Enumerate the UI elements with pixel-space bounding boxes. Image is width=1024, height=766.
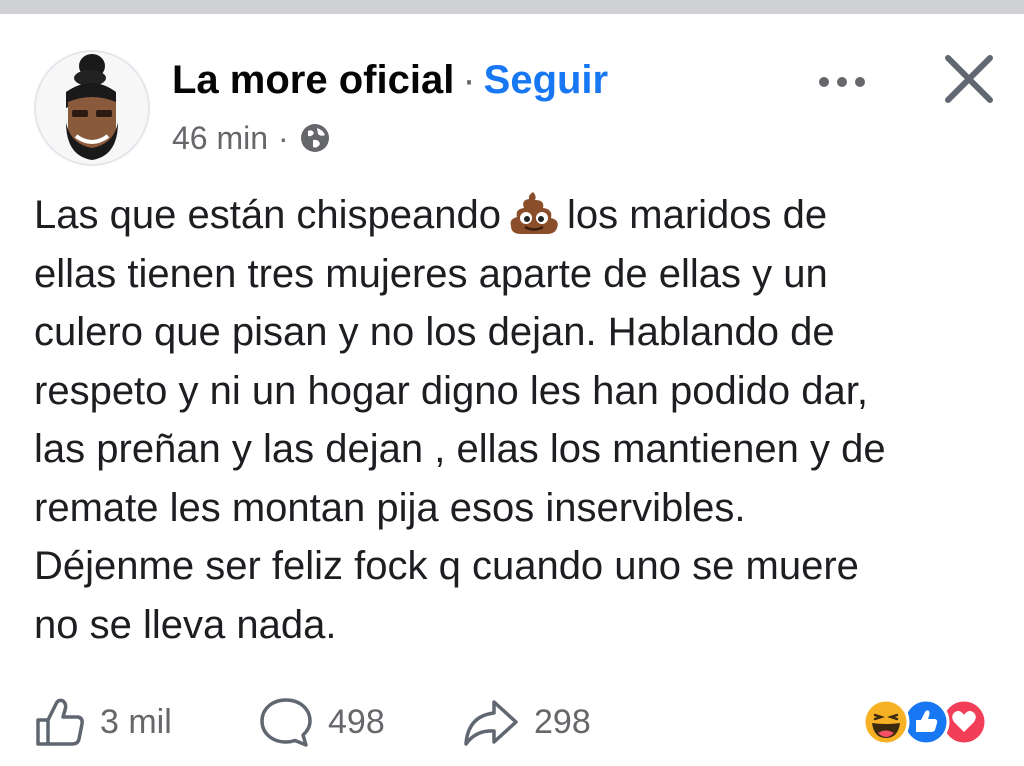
post-text-line: culero que pisan y no los dejan. Habland… xyxy=(34,310,835,354)
comment-icon xyxy=(260,698,312,747)
haha-reaction-icon xyxy=(862,698,910,746)
follow-button[interactable]: Seguir xyxy=(484,58,608,102)
post-header: La more oficial · Seguir 46 min · xyxy=(34,50,994,170)
reaction-icons xyxy=(862,698,988,746)
more-dot-icon xyxy=(819,77,829,87)
thumbs-up-icon xyxy=(36,698,84,746)
post-actions: 3 mil 498 298 xyxy=(34,690,994,754)
close-icon[interactable] xyxy=(940,50,998,108)
post-text-segment: Las que están chispeando xyxy=(34,193,502,237)
avatar-image xyxy=(36,52,148,164)
post-text-line: Déjenme ser feliz fock q cuando uno se m… xyxy=(34,544,859,588)
post-text-line: Las que están chispeando los maridos de xyxy=(34,186,994,245)
pile-of-poo-emoji-icon xyxy=(510,192,558,234)
post-meta: 46 min · xyxy=(172,118,331,158)
more-dot-icon xyxy=(837,77,847,87)
more-options-button[interactable] xyxy=(812,62,872,102)
globe-icon xyxy=(300,124,329,152)
like-reaction-icon xyxy=(902,698,950,746)
post-text-line: ellas tienen tres mujeres aparte de ella… xyxy=(34,251,828,296)
share-count: 298 xyxy=(534,702,591,741)
post-text-line: las preñan y las dejan , ellas los manti… xyxy=(34,427,886,471)
post-body: Las que están chispeando los maridos de … xyxy=(34,186,994,654)
time-separator: · xyxy=(278,120,289,156)
post-text-segment: los maridos de xyxy=(567,193,828,237)
like-button[interactable]: 3 mil xyxy=(34,690,172,754)
post-time[interactable]: 46 min xyxy=(172,118,268,158)
name-separator: · xyxy=(462,58,476,102)
post-text-line: respeto y ni un hogar digno les han podi… xyxy=(34,368,868,413)
post-text-line: no se lleva nada. xyxy=(34,602,337,647)
comment-button[interactable]: 498 xyxy=(258,690,385,754)
name-line: La more oficial · Seguir xyxy=(172,56,608,104)
like-count: 3 mil xyxy=(100,702,172,741)
more-dot-icon xyxy=(855,77,865,87)
avatar[interactable] xyxy=(34,50,150,166)
share-button[interactable]: 298 xyxy=(462,690,591,754)
share-arrow-icon xyxy=(464,700,518,746)
post-text-line: remate les montan pija esos inservibles. xyxy=(34,485,746,530)
author-name[interactable]: La more oficial xyxy=(172,58,454,102)
top-divider xyxy=(0,0,1024,14)
comment-count: 498 xyxy=(328,702,385,741)
reaction-summary[interactable] xyxy=(854,696,994,748)
